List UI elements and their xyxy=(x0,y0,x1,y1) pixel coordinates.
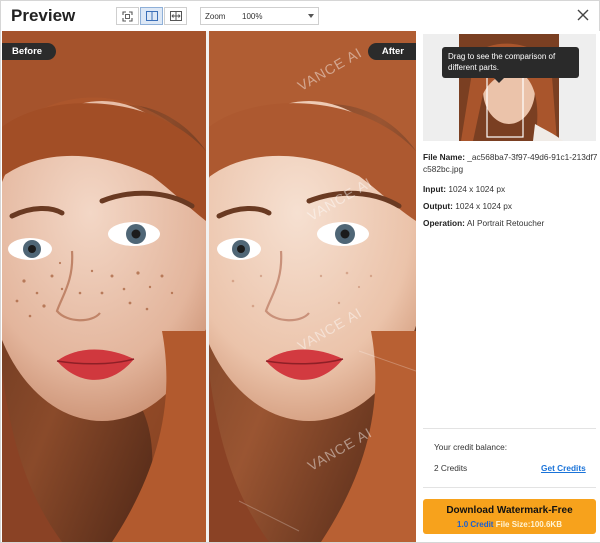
input-row: Input: 1024 x 1024 px xyxy=(423,183,505,195)
chevron-down-icon xyxy=(308,14,314,18)
slider-compare-button[interactable] xyxy=(164,7,187,25)
download-credit-cost: 1.0 Credit xyxy=(457,520,494,529)
after-label: After xyxy=(367,43,416,60)
credit-count: 2 Credits xyxy=(434,463,468,473)
download-file-size: File Size:100.6KB xyxy=(495,520,562,529)
output-label: Output: xyxy=(423,201,453,211)
preview-dialog: Preview Zoom 100% Before VANCE AI VANCE … xyxy=(0,0,600,543)
before-portrait-image xyxy=(2,31,206,542)
zoom-label: Zoom xyxy=(205,12,226,21)
details-panel: Drag to see the comparison of different … xyxy=(416,31,600,542)
output-row: Output: 1024 x 1024 px xyxy=(423,200,512,212)
operation-label: Operation: xyxy=(423,218,465,228)
view-mode-group xyxy=(116,7,188,25)
input-label: Input: xyxy=(423,184,447,194)
download-button-subtitle: 1.0 Credit File Size:100.6KB xyxy=(423,520,596,529)
side-by-side-button[interactable] xyxy=(140,7,163,25)
input-value: 1024 x 1024 px xyxy=(448,184,506,194)
credit-balance-label: Your credit balance: xyxy=(434,442,508,452)
dialog-title: Preview xyxy=(11,6,76,25)
side-by-side-icon xyxy=(145,11,158,21)
comparison-thumbnail[interactable]: Drag to see the comparison of different … xyxy=(423,34,596,141)
file-name-row: File Name: _ac568ba7-3f97-49d6-91c1-213d… xyxy=(423,151,598,175)
operation-row: Operation: AI Portrait Retoucher xyxy=(423,217,544,229)
divider xyxy=(423,487,596,488)
get-credits-link[interactable]: Get Credits xyxy=(541,463,586,473)
close-button[interactable] xyxy=(574,6,592,24)
file-name-label: File Name: xyxy=(423,152,465,162)
close-icon xyxy=(577,9,589,21)
dialog-header: Preview Zoom 100% xyxy=(1,1,600,31)
fit-screen-button[interactable] xyxy=(116,7,139,25)
download-watermark-free-button[interactable]: Download Watermark-Free 1.0 Credit File … xyxy=(423,499,596,534)
compare-tooltip: Drag to see the comparison of different … xyxy=(442,47,579,83)
divider xyxy=(423,428,596,429)
slider-compare-icon xyxy=(169,11,182,21)
download-button-title: Download Watermark-Free xyxy=(446,505,573,516)
output-value: 1024 x 1024 px xyxy=(455,201,513,211)
zoom-value: 100% xyxy=(242,12,263,21)
after-image-pane[interactable]: VANCE AI VANCE AI VANCE AI VANCE AI Afte… xyxy=(209,31,416,542)
before-label: Before xyxy=(2,43,57,60)
operation-value: AI Portrait Retoucher xyxy=(466,218,545,228)
fit-screen-icon xyxy=(122,10,133,22)
zoom-select[interactable]: Zoom 100% xyxy=(200,7,319,25)
before-image-pane[interactable]: Before xyxy=(2,31,206,542)
